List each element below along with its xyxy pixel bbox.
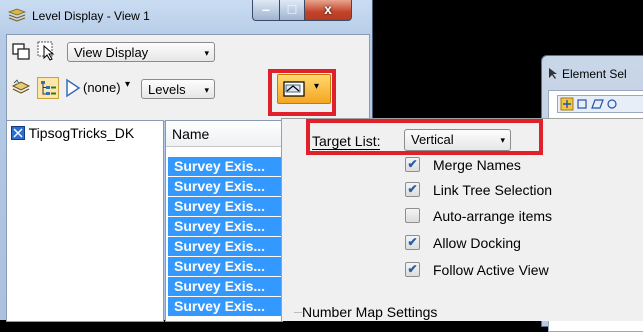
window-title: Level Display - View 1 xyxy=(32,9,150,23)
close-button[interactable]: x xyxy=(304,0,352,21)
chevron-down-icon: ▾ xyxy=(204,48,209,58)
follow-active-view-label: Follow Active View xyxy=(433,262,549,278)
display-mode-value: View Display xyxy=(74,45,149,60)
number-map-settings-heading: Number Map Settings xyxy=(302,304,438,320)
level-display-app-icon xyxy=(8,8,26,22)
merge-names-checkbox[interactable]: ✔ xyxy=(405,157,420,172)
select-cursor-icon[interactable] xyxy=(37,41,57,61)
title-bar[interactable]: Level Display - View 1 – □ x xyxy=(0,0,372,30)
list-item[interactable]: Survey Exis... xyxy=(168,277,282,296)
level-list-pane: Name Survey Exis... Survey Exis... Surve… xyxy=(165,120,283,322)
list-item[interactable]: Survey Exis... xyxy=(168,257,282,276)
allow-docking-checkbox[interactable]: ✔ xyxy=(405,235,420,250)
element-selection-icon xyxy=(549,68,557,79)
maximize-button[interactable]: □ xyxy=(279,0,305,21)
list-item[interactable]: Survey Exis... xyxy=(168,157,282,176)
auto-arrange-label: Auto-arrange items xyxy=(433,208,553,224)
level-tree-pane: TipsogTricks_DK xyxy=(6,120,164,322)
auto-arrange-checkbox[interactable] xyxy=(405,208,420,223)
chevron-down-icon: ▾ xyxy=(204,85,209,95)
display-mode-dropdown[interactable]: View Display ▾ xyxy=(67,42,215,62)
minimize-button[interactable]: – xyxy=(252,0,280,21)
levels-dropdown[interactable]: Levels ▾ xyxy=(141,79,215,99)
link-tree-selection-label: Link Tree Selection xyxy=(433,182,553,198)
filter-icon[interactable] xyxy=(65,78,81,98)
list-item[interactable]: Survey Exis... xyxy=(168,297,282,316)
list-item[interactable]: Survey Exis... xyxy=(168,217,282,236)
section-divider xyxy=(294,312,302,313)
copy-view-icon[interactable] xyxy=(11,41,31,61)
highlight-settings-button xyxy=(268,69,336,116)
merge-names-label: Merge Names xyxy=(433,157,521,173)
design-file-icon xyxy=(11,126,25,140)
tree-root-item[interactable]: TipsogTricks_DK xyxy=(11,125,134,141)
filter-value[interactable]: (none) xyxy=(83,80,121,95)
element-selection-title: Element Sel xyxy=(562,67,627,81)
link-tree-selection-checkbox[interactable]: ✔ xyxy=(405,182,420,197)
levels-value: Levels xyxy=(148,82,186,97)
selection-mode-icons[interactable] xyxy=(560,97,643,111)
list-item[interactable]: Survey Exis... xyxy=(168,237,282,256)
highlight-target-list xyxy=(306,119,543,155)
level-library-icon[interactable] xyxy=(11,78,31,98)
filter-dropdown-arrow[interactable]: ▾ xyxy=(125,79,130,90)
list-item[interactable]: Survey Exis... xyxy=(168,197,282,216)
name-column-header[interactable]: Name xyxy=(166,121,282,147)
tree-root-label: TipsogTricks_DK xyxy=(28,125,135,141)
list-item[interactable]: Survey Exis... xyxy=(168,177,282,196)
selection-tools xyxy=(557,95,643,113)
allow-docking-label: Allow Docking xyxy=(433,235,521,251)
tree-view-icon[interactable] xyxy=(37,77,59,99)
follow-active-view-checkbox[interactable]: ✔ xyxy=(405,262,420,277)
